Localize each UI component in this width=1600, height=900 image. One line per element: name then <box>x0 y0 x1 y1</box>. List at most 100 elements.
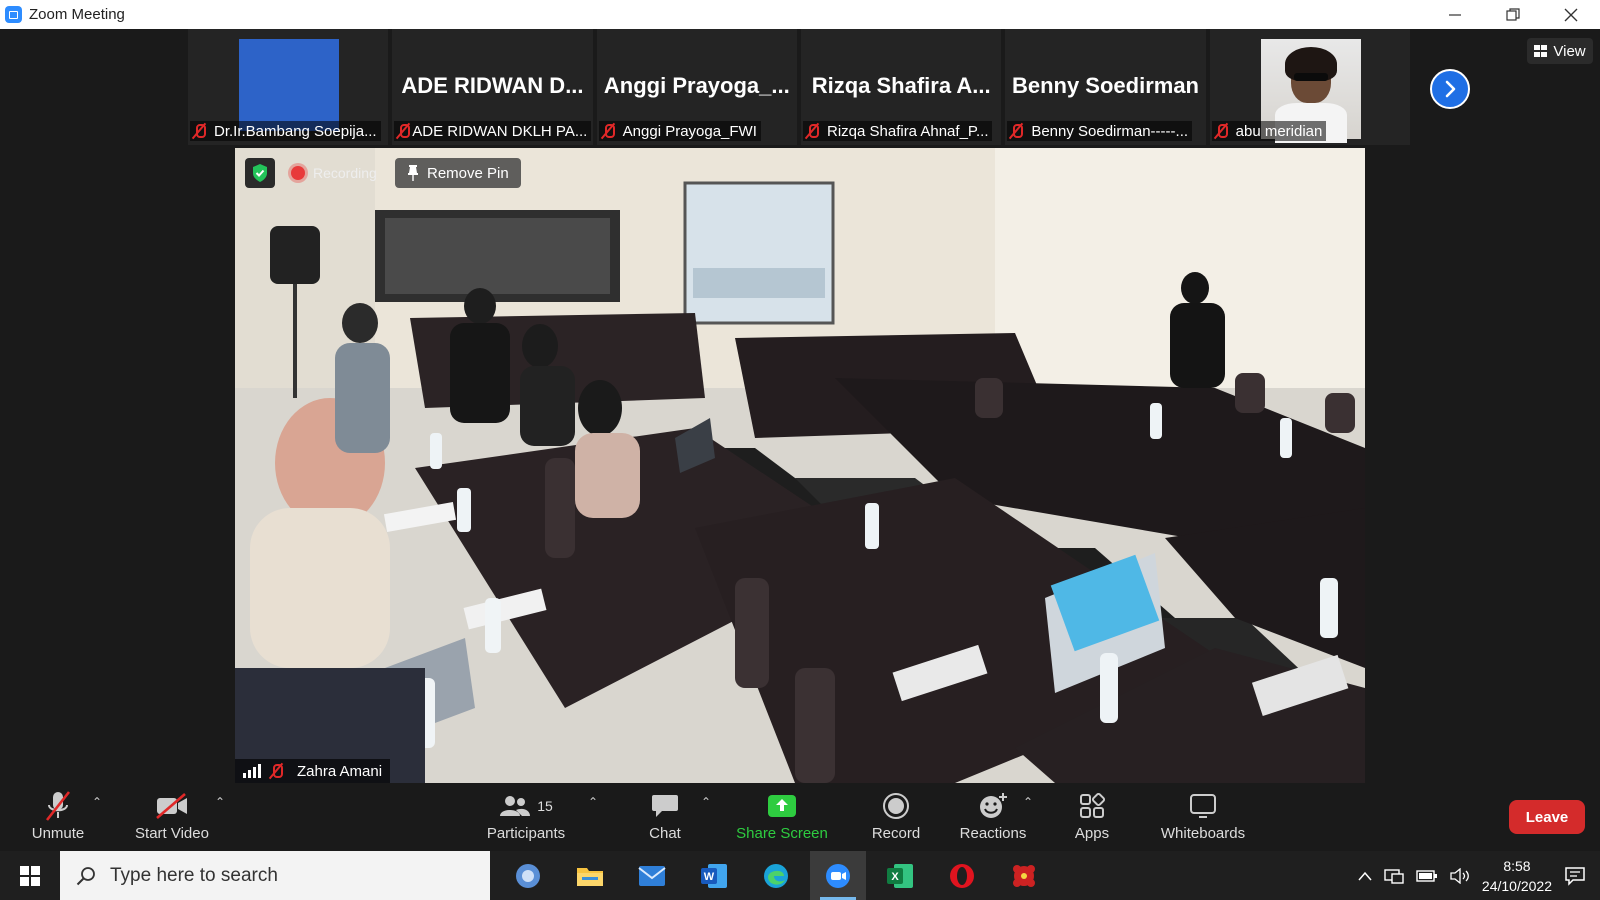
mic-off-icon <box>267 762 285 780</box>
mail-icon <box>638 865 666 886</box>
reactions-options-caret[interactable]: ⌃ <box>1023 795 1033 809</box>
participants-count: 15 <box>537 798 553 814</box>
record-icon <box>883 793 909 819</box>
participants-icon <box>500 796 531 816</box>
restore-button[interactable] <box>1484 0 1542 29</box>
chat-icon <box>652 795 678 817</box>
mic-off-icon <box>1212 122 1230 140</box>
record-label: Record <box>871 825 921 842</box>
zoom-meeting-window: Zoom Meeting Dr.Ir.Bambang Soepija... AD… <box>0 0 1600 900</box>
restore-icon <box>1506 7 1520 21</box>
chevron-right-icon <box>1445 80 1456 98</box>
participant-label: Anggi Prayoga_FWI <box>598 121 761 141</box>
windows-taskbar: Type here to search W X 8:58 24/10/2022 <box>0 851 1600 900</box>
svg-text:W: W <box>704 871 715 883</box>
grid-view-icon <box>1534 45 1548 57</box>
outlook-taskbar-button[interactable] <box>500 851 556 900</box>
participant-tile[interactable]: ADE RIDWAN D... ADE RIDWAN DKLH PA... <box>392 29 593 145</box>
chat-button[interactable]: Chat <box>640 789 690 849</box>
taskbar-search-input[interactable]: Type here to search <box>60 851 490 900</box>
close-icon <box>1564 8 1578 21</box>
share-screen-button[interactable]: Share Screen <box>736 789 828 849</box>
file-explorer-taskbar-button[interactable] <box>562 851 618 900</box>
mail-taskbar-button[interactable] <box>624 851 680 900</box>
minimize-button[interactable] <box>1426 0 1484 29</box>
edge-taskbar-button[interactable] <box>748 851 804 900</box>
word-taskbar-button[interactable]: W <box>686 851 742 900</box>
excel-taskbar-button[interactable]: X <box>872 851 928 900</box>
participant-name: Benny Soedirman-----... <box>1031 122 1189 140</box>
participant-label: Dr.Ir.Bambang Soepija... <box>190 121 381 141</box>
chat-label: Chat <box>649 825 681 842</box>
participant-display-name: Benny Soedirman <box>1011 73 1199 98</box>
participant-tile[interactable]: Dr.Ir.Bambang Soepija... <box>188 29 389 145</box>
opera-icon <box>950 863 974 888</box>
participant-name: Anggi Prayoga_FWI <box>622 122 757 140</box>
pinned-apps: W X <box>500 851 1052 900</box>
participant-tile[interactable]: Rizqa Shafira A... Rizqa Shafira Ahnaf_P… <box>800 29 1002 145</box>
participant-name: Dr.Ir.Bambang Soepija... <box>214 122 377 140</box>
notifications-icon[interactable] <box>1564 866 1586 886</box>
participants-button[interactable]: 15 Participants <box>484 789 568 849</box>
file-explorer-icon <box>577 867 603 886</box>
whiteboards-label: Whiteboards <box>1160 825 1246 842</box>
main-video[interactable]: Recording Remove Pin Zahra Amani <box>235 148 1365 783</box>
window-controls <box>1426 0 1600 29</box>
svg-text:X: X <box>891 871 899 883</box>
participant-name: Rizqa Shafira Ahnaf_P... <box>826 122 989 140</box>
mic-off-icon <box>1007 122 1025 140</box>
participant-label: Benny Soedirman-----... <box>1007 121 1193 141</box>
whiteboards-button[interactable]: Whiteboards <box>1154 789 1252 849</box>
volume-icon[interactable] <box>1450 867 1470 884</box>
audio-options-caret[interactable]: ⌃ <box>92 795 102 809</box>
system-tray: 8:58 24/10/2022 <box>1358 851 1600 900</box>
chat-options-caret[interactable]: ⌃ <box>701 795 711 809</box>
remove-pin-button[interactable]: Remove Pin <box>395 158 521 188</box>
pin-icon <box>408 165 418 181</box>
video-options-caret[interactable]: ⌃ <box>215 795 225 809</box>
battery-icon[interactable] <box>1416 869 1438 883</box>
share-screen-label: Share Screen <box>736 825 828 842</box>
view-button[interactable]: View <box>1527 38 1593 64</box>
participant-tile[interactable]: abu meridian <box>1209 29 1410 145</box>
taskbar-clock[interactable]: 8:58 24/10/2022 <box>1482 856 1552 896</box>
meeting-room-video-frame <box>235 148 1365 783</box>
whiteboard-icon <box>1190 794 1216 818</box>
start-video-button[interactable]: Start Video <box>132 789 212 849</box>
search-icon <box>76 866 95 885</box>
meeting-toolbar: Unmute ⌃ Start Video ⌃ 15 Participants ⌃… <box>0 785 1600 851</box>
unmute-button[interactable]: Unmute <box>28 789 88 849</box>
opera-taskbar-button[interactable] <box>934 851 990 900</box>
minimize-icon <box>1449 13 1461 16</box>
participants-label: Participants <box>486 825 566 842</box>
view-label: View <box>1553 42 1586 60</box>
participants-options-caret[interactable]: ⌃ <box>588 795 598 809</box>
network-icon[interactable] <box>1384 868 1404 884</box>
zoom-taskbar-button[interactable] <box>810 851 866 900</box>
leave-button[interactable]: Leave <box>1509 800 1585 834</box>
share-screen-icon <box>768 795 796 817</box>
outlook-icon <box>516 863 540 888</box>
reactions-button[interactable]: Reactions <box>958 789 1028 849</box>
close-button[interactable] <box>1542 0 1600 29</box>
encryption-shield-icon[interactable] <box>245 158 275 188</box>
mic-muted-icon <box>45 791 71 821</box>
participant-tile[interactable]: Anggi Prayoga_... Anggi Prayoga_FWI <box>596 29 797 145</box>
next-page-button[interactable] <box>1430 69 1470 109</box>
recording-label: Recording <box>313 165 377 181</box>
recording-indicator[interactable]: Recording <box>285 160 383 186</box>
mic-off-icon <box>803 122 821 140</box>
record-dot-icon <box>291 166 305 180</box>
remove-pin-label: Remove Pin <box>427 164 509 182</box>
record-button[interactable]: Record <box>866 789 926 849</box>
participant-tile[interactable]: Benny Soedirman Benny Soedirman-----... <box>1005 29 1206 145</box>
edge-icon <box>764 863 788 888</box>
participant-label: ADE RIDWAN DKLH PA... <box>394 121 592 141</box>
chevron-up-icon[interactable] <box>1358 871 1372 881</box>
mic-off-icon <box>190 122 208 140</box>
apps-button[interactable]: Apps <box>1070 789 1114 849</box>
start-button[interactable] <box>0 851 60 900</box>
video-off-icon <box>156 793 187 819</box>
search-placeholder: Type here to search <box>110 864 278 886</box>
game-taskbar-button[interactable] <box>996 851 1052 900</box>
